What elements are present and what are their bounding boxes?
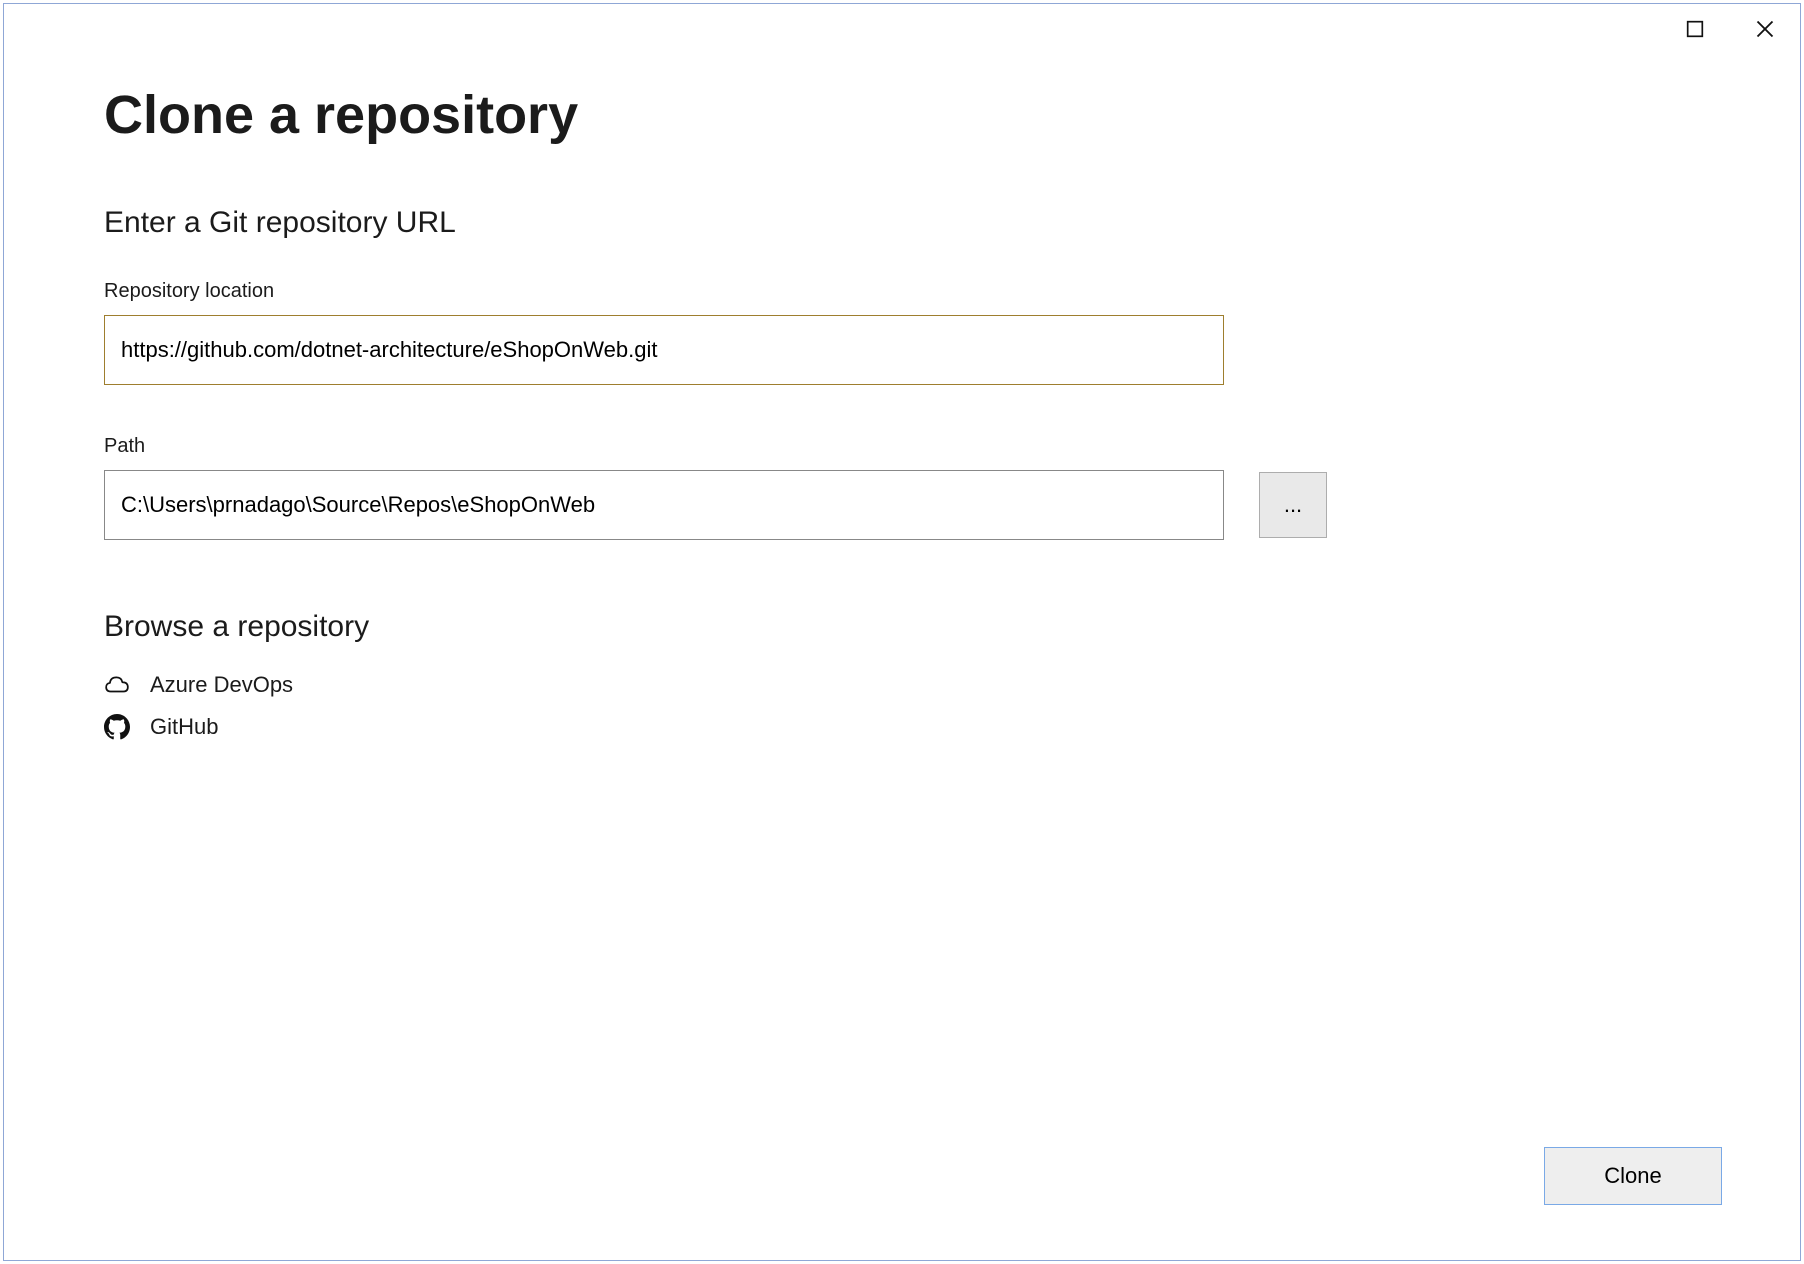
provider-github[interactable]: GitHub — [104, 706, 1700, 748]
path-label: Path — [104, 435, 1700, 458]
browse-repo-heading: Browse a repository — [104, 610, 1700, 644]
repo-location-input[interactable] — [104, 315, 1224, 385]
repo-location-label: Repository location — [104, 280, 1700, 303]
github-icon — [104, 714, 130, 740]
browse-path-button[interactable]: ... — [1259, 472, 1327, 538]
path-input[interactable] — [104, 470, 1224, 540]
dialog-content: Clone a repository Enter a Git repositor… — [4, 4, 1800, 1260]
path-row: ... — [104, 470, 1700, 540]
repo-location-group: Repository location — [104, 280, 1700, 385]
cloud-icon — [104, 672, 130, 698]
path-group: Path ... — [104, 435, 1700, 540]
clone-repository-dialog: Clone a repository Enter a Git repositor… — [3, 3, 1801, 1261]
provider-label: GitHub — [150, 714, 218, 740]
provider-label: Azure DevOps — [150, 672, 293, 698]
clone-button[interactable]: Clone — [1544, 1147, 1722, 1205]
dialog-title: Clone a repository — [104, 84, 1700, 146]
dialog-subtitle: Enter a Git repository URL — [104, 206, 1700, 240]
provider-azure-devops[interactable]: Azure DevOps — [104, 664, 1700, 706]
